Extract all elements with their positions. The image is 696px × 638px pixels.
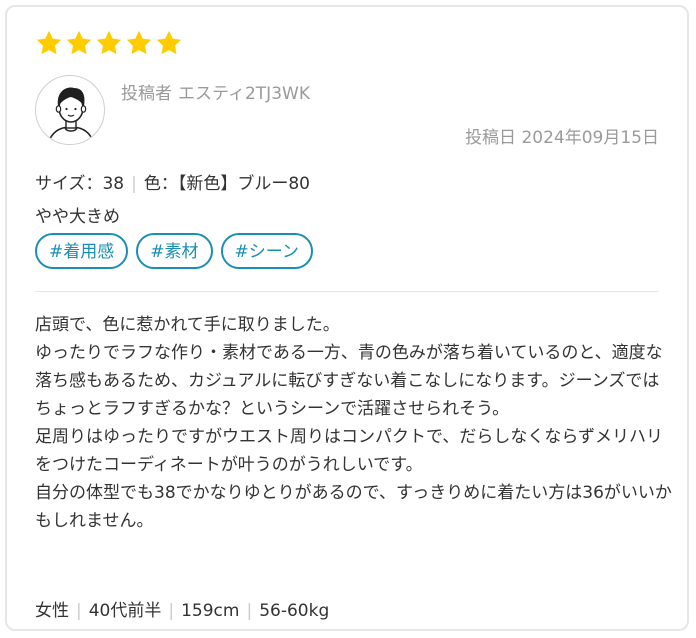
review-paragraph: 足周りはゆったりですがウエスト周りはコンパクトで、だらしなくならずメリハリをつけ… [35,427,663,475]
reviewer-height: 159cm [181,601,240,621]
star-icon [36,30,62,55]
review-body: 店頭で、色に惹かれて手に取りました。 ゆったりでラフな作り・素材である一方、青の… [35,311,675,535]
review-card: 投稿者 エスティ2TJ3WK 投稿日 2024年09月15日 サイズ：38 | 色：【… [5,5,689,631]
tag-chip[interactable]: #素材 [136,233,213,269]
review-paragraph: 自分の体型でも38でかなりゆとりがあるので、すっきりめに着たい方は36がいいかも… [35,483,672,531]
poster-label: 投稿者 [121,84,172,104]
separator: | [76,601,82,621]
purchase-info: サイズ：38 | 色：【新色】ブルー80 [35,169,310,194]
divider [35,291,659,292]
reviewer-gender: 女性 [35,601,69,621]
separator: | [168,601,175,621]
tag-chip[interactable]: #シーン [220,233,313,269]
poster-name: エスティ2TJ3WK [178,84,310,104]
star-icon [156,30,182,55]
avatar-icon [35,75,105,145]
poster-info: 投稿者 エスティ2TJ3WK [121,79,310,104]
reviewer-age: 40代前半 [88,601,162,621]
star-icon [66,30,92,55]
post-date: 投稿日 2024年09月15日 [465,128,659,148]
size-info: サイズ：38 [35,174,125,194]
separator: | [131,174,137,194]
review-paragraph: ゆったりでラフな作り・素材である一方、青の色みが落ち着いているのと、適度な落ち感… [35,343,663,419]
tag-chip[interactable]: #着用感 [35,233,129,269]
reviewer-profile: 女性 | 40代前半 | 159cm | 56-60kg [35,596,329,621]
star-rating [35,29,183,57]
reviewer-weight: 56-60kg [259,601,330,621]
fit-rating: やや大きめ [35,207,120,227]
tag-list: #着用感 #素材 #シーン [35,233,313,269]
review-paragraph: 店頭で、色に惹かれて手に取りました。 [35,315,340,335]
separator: | [246,601,253,621]
color-info: 色：【新色】ブルー80 [143,174,310,194]
star-icon [126,30,152,55]
star-icon [96,30,122,55]
